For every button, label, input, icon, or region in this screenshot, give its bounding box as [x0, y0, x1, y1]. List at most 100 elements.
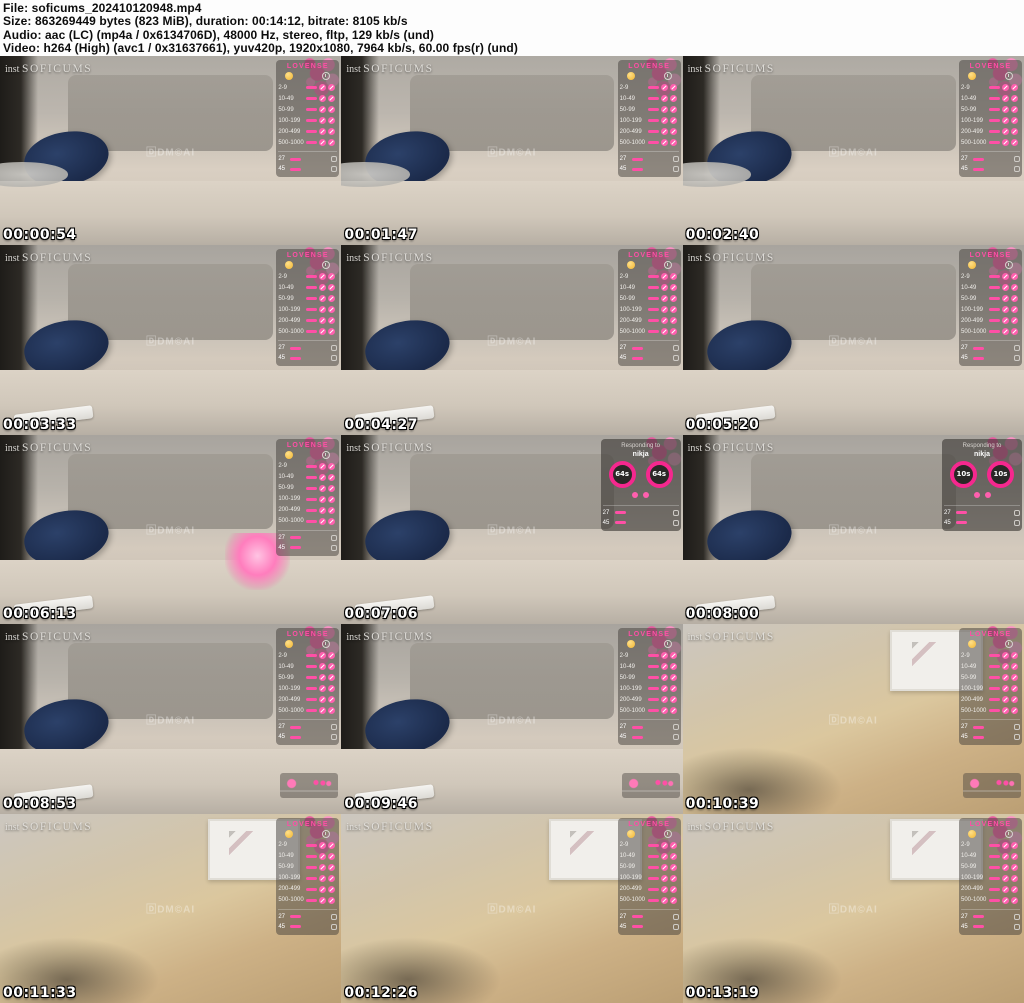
pink-circle-icon [328, 674, 335, 681]
pink-circle-icon [1002, 652, 1009, 659]
tip-range-label: 100-199 [961, 118, 987, 124]
tip-value-bar [306, 844, 317, 847]
tip-menu-footer-row: 27 [620, 722, 679, 732]
timestamp: 00:07:06 [344, 606, 418, 622]
tip-range-label: 500-1000 [278, 708, 304, 714]
channel-watermark: inst SOFICUMS [688, 59, 775, 77]
tip-menu-overlay: LOVENSE 2-910-4950-99100-199200-499500-1… [618, 818, 681, 935]
tip-range-label: 10-49 [961, 853, 987, 859]
tip-menu-overlay: LOVENSE 2-910-4950-99100-199200-499500-1… [618, 249, 681, 366]
tip-value-bar [989, 687, 1000, 690]
settings-icon [673, 520, 679, 526]
channel-watermark: inst SOFICUMS [688, 248, 775, 266]
tip-value-bar [989, 119, 1000, 122]
pink-circle-icon [670, 84, 677, 91]
tip-menu-footer-row: 45 [961, 353, 1020, 363]
clock-icon [664, 72, 672, 80]
tip-menu-header [278, 829, 337, 840]
pink-circle-icon [328, 663, 335, 670]
tip-range-label: 500-1000 [961, 897, 987, 903]
tip-menu-row: 50-99 [620, 672, 679, 683]
tip-menu-overlay: LOVENSE 2-910-4950-99100-199200-499500-1… [276, 249, 339, 366]
tip-value-bar [615, 511, 626, 514]
pink-circle-icon [328, 128, 335, 135]
clock-icon [322, 640, 330, 648]
settings-icon [331, 924, 337, 930]
tip-menu-footer: 2745 [961, 909, 1020, 932]
tip-range-label: 100-199 [961, 307, 987, 313]
pink-circle-icon [319, 853, 326, 860]
tip-range-label: 200-499 [620, 318, 646, 324]
pink-circle-icon [1002, 139, 1009, 146]
tip-range-label: 50-99 [620, 107, 646, 113]
tip-value-bar [973, 168, 984, 171]
tip-menu-row: 2-9 [620, 82, 679, 93]
tip-value-bar [989, 330, 1000, 333]
tip-value-bar [306, 330, 317, 333]
pink-circle-icon [1002, 696, 1009, 703]
pink-circle-icon [670, 95, 677, 102]
watermark-name: SOFICUMS [705, 821, 775, 833]
thumbnail-grid: inst SOFICUMS 🄳DM©AI LOVENSE 2-910-4950-… [0, 56, 1024, 1003]
tip-range-label: 200-499 [278, 697, 304, 703]
video-thumbnail: inst SOFICUMS 🄳DM©AI LOVENSE 2-910-4950-… [0, 56, 341, 245]
video-thumbnail: inst SOFICUMS 🄳DM©AI LOVENSE 2-910-4950-… [683, 624, 1024, 813]
video-thumbnail: inst SOFICUMS 🄳DM©AI LOVENSE 2-910-4950-… [683, 245, 1024, 434]
tip-menu-overlay: LOVENSE 2-910-4950-99100-199200-499500-1… [618, 60, 681, 177]
tip-range-label: 100-199 [278, 118, 304, 124]
lovense-brand-label: LOVENSE [278, 441, 337, 450]
watermark-name: SOFICUMS [705, 252, 775, 264]
footer-number: 45 [278, 924, 287, 930]
tip-menu-footer: 2745 [961, 719, 1020, 742]
tip-range-label: 50-99 [961, 675, 987, 681]
tip-value-bar [973, 347, 984, 350]
tip-menu-footer: 2745 [278, 530, 337, 553]
tip-range-label: 10-49 [620, 285, 646, 291]
tip-value-bar [973, 915, 984, 918]
channel-watermark: inst SOFICUMS [688, 438, 775, 456]
footer-number: 27 [278, 156, 287, 162]
dmca-watermark: 🄳DM©AI [146, 143, 195, 158]
pink-dot-icon [643, 492, 649, 498]
pink-circle-icon [328, 317, 335, 324]
tip-value-bar [306, 286, 317, 289]
timer-value: 10s [957, 470, 971, 478]
tip-range-label: 100-199 [278, 686, 304, 692]
tip-menu-header [278, 260, 337, 271]
tip-range-label: 500-1000 [620, 708, 646, 714]
tip-value-bar [632, 726, 643, 729]
tip-value-bar [973, 158, 984, 161]
pink-circle-icon [661, 652, 668, 659]
pink-circle-icon [319, 875, 326, 882]
pink-circle-icon [1011, 707, 1018, 714]
tip-menu-row: 2-9 [961, 271, 1020, 282]
tip-range-label: 500-1000 [961, 140, 987, 146]
tip-menu-rows: 2-910-4950-99100-199200-499500-1000 [961, 650, 1020, 716]
video-thumbnail: inst SOFICUMS 🄳DM©AI LOVENSE 2-910-4950-… [341, 56, 682, 245]
coin-icon [968, 830, 976, 838]
pink-circle-icon [1002, 328, 1009, 335]
tip-menu-footer-row: 27 [620, 912, 679, 922]
tip-range-label: 10-49 [620, 664, 646, 670]
pink-circle-icon [328, 84, 335, 91]
tip-menu-footer: 2745 [620, 340, 679, 363]
tip-value-bar [648, 119, 659, 122]
pink-circle-icon [661, 95, 668, 102]
tip-range-label: 10-49 [278, 285, 304, 291]
tip-range-label: 500-1000 [961, 329, 987, 335]
tip-menu-row: 500-1000 [278, 137, 337, 148]
pink-circle-icon [670, 106, 677, 113]
tip-menu-row: 50-99 [278, 293, 337, 304]
tip-value-bar [989, 108, 1000, 111]
coin-icon [285, 451, 293, 459]
tip-range-label: 2-9 [961, 85, 987, 91]
pink-circle-icon [1002, 663, 1009, 670]
toy-banner-graphic [963, 773, 1021, 798]
tip-menu-footer-row: 45 [278, 922, 337, 932]
tip-menu-row: 500-1000 [620, 705, 679, 716]
pink-circle-icon [328, 496, 335, 503]
channel-watermark: inst SOFICUMS [346, 59, 433, 77]
pink-circle-icon [328, 897, 335, 904]
watermark-name: SOFICUMS [363, 442, 433, 454]
pink-circle-icon [661, 853, 668, 860]
